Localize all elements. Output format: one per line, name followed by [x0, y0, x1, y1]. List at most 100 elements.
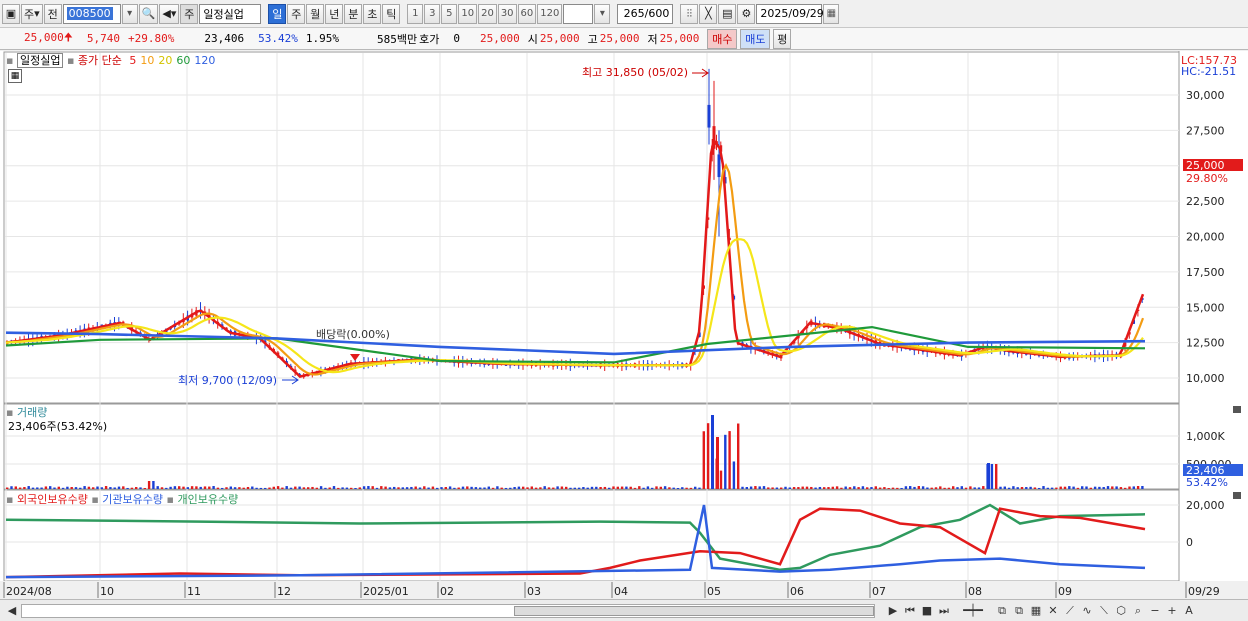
volume-ratio: 53.42%: [258, 32, 298, 45]
calculator-icon[interactable]: ▦: [8, 69, 22, 83]
volume-bar: [608, 487, 611, 489]
inst-holding-label[interactable]: 기관보유수량: [102, 493, 163, 506]
period-button-3[interactable]: 년: [325, 3, 344, 24]
cross-icon[interactable]: ✕: [1045, 603, 1061, 619]
ma-period-10[interactable]: 10: [140, 54, 154, 67]
time-label: 11: [187, 585, 201, 598]
holding-panel-close-icon[interactable]: [1233, 492, 1241, 499]
time-label: 2025/01: [363, 585, 409, 598]
volume-bar: [771, 487, 774, 489]
interval-button-10[interactable]: 10: [458, 3, 478, 24]
rewind-icon[interactable]: ⏮: [902, 603, 918, 619]
speaker-icon[interactable]: ◀▾: [159, 3, 180, 24]
line-tool-icon[interactable]: ∿: [1079, 603, 1095, 619]
ma-period-60[interactable]: 60: [176, 54, 190, 67]
candle-type-icon[interactable]: ⫶⫶: [680, 3, 699, 24]
volume-bar: [706, 423, 710, 489]
fast-forward-icon[interactable]: ⏭: [936, 603, 952, 619]
layout-icon[interactable]: ▣: [2, 3, 20, 24]
interval-button-30[interactable]: 30: [497, 3, 517, 24]
horizontal-scrollbar[interactable]: [21, 603, 875, 618]
volume-bar: [565, 486, 568, 489]
volume-bar: [547, 487, 551, 489]
prev-button[interactable]: 전: [43, 3, 62, 24]
volume-panel-close-icon[interactable]: [1233, 406, 1241, 413]
volume-bar: [1136, 486, 1140, 489]
volume-bar: [646, 486, 650, 489]
volume-bar: [805, 486, 809, 489]
interval-button-20[interactable]: 20: [478, 3, 497, 24]
stock-name-legend[interactable]: 일정실업: [16, 53, 64, 68]
ma-period-20[interactable]: 20: [158, 54, 172, 67]
code-dropdown-icon[interactable]: ▾: [121, 3, 138, 24]
magnifier-icon[interactable]: ⌕: [1130, 603, 1146, 619]
scroll-left-icon[interactable]: ◀: [4, 603, 20, 619]
period-button-6[interactable]: 틱: [382, 3, 401, 24]
period-button-4[interactable]: 분: [344, 3, 363, 24]
interval-button-120[interactable]: 120: [537, 3, 563, 24]
copy-icon[interactable]: ⧉: [1011, 603, 1027, 619]
volume-bar: [242, 487, 245, 489]
settings-gear-icon[interactable]: ⚙: [737, 3, 756, 24]
ma-legend-label[interactable]: 종가 단순: [78, 54, 122, 67]
ma-period-5[interactable]: 5: [129, 54, 136, 67]
volume-bar: [255, 487, 258, 489]
interval-custom-input[interactable]: [563, 3, 594, 24]
volume-bar: [874, 486, 877, 489]
window-icon[interactable]: ⧉: [994, 603, 1010, 619]
search-icon[interactable]: 🔍: [138, 3, 159, 24]
interval-dropdown-icon[interactable]: ▾: [594, 3, 611, 24]
time-label: 07: [872, 585, 886, 598]
stop-icon[interactable]: ■: [919, 603, 935, 619]
volume-bar: [87, 486, 91, 489]
volume-bar: [27, 486, 30, 489]
volume-bar: [500, 487, 503, 489]
count-input[interactable]: 265/600: [617, 3, 674, 24]
drawing-tool-icon[interactable]: ⟋: [1062, 603, 1078, 619]
interval-button-1[interactable]: 1: [407, 3, 424, 24]
last-price-tag: 25,000: [1186, 159, 1225, 172]
save-icon[interactable]: ▤: [718, 3, 737, 24]
interval-button-60[interactable]: 60: [517, 3, 537, 24]
current-price: 25,000🠉: [24, 29, 73, 48]
stock-name-field[interactable]: 일정실업: [199, 3, 262, 24]
volume-bar: [44, 486, 48, 489]
zoom-in-icon[interactable]: +: [1164, 603, 1180, 619]
buy-button[interactable]: 매수: [707, 28, 738, 49]
interval-button-3[interactable]: 3: [424, 3, 441, 24]
volume-bar: [117, 486, 121, 489]
date-input[interactable]: 2025/09/29: [756, 3, 824, 24]
grid-icon[interactable]: ▦: [1028, 603, 1044, 619]
calendar-icon[interactable]: ▦: [823, 3, 840, 24]
sell-button[interactable]: 매도: [740, 28, 771, 49]
volume-bar: [758, 486, 761, 489]
zoom-out-icon[interactable]: −: [1147, 603, 1163, 619]
period-select[interactable]: 주 ▾: [21, 3, 43, 24]
avg-button[interactable]: 평: [773, 28, 792, 49]
code-input[interactable]: 008500: [62, 3, 121, 24]
scrollbar-thumb[interactable]: [514, 605, 874, 616]
period-button-5[interactable]: 초: [363, 3, 382, 24]
scroll-right-icon[interactable]: ▶: [885, 603, 901, 619]
zoom-slider-icon[interactable]: ━┿━: [953, 603, 993, 619]
volume-bar: [530, 486, 533, 489]
period-button-0[interactable]: 일: [268, 3, 287, 24]
turnover-value: 1.95%: [305, 32, 339, 45]
interval-button-5[interactable]: 5: [441, 3, 458, 24]
ma-period-120[interactable]: 120: [194, 54, 215, 67]
cross-line-icon[interactable]: ╳: [699, 3, 718, 24]
volume-bar: [737, 423, 740, 489]
period-button-1[interactable]: 주: [287, 3, 306, 24]
volume-bar: [1141, 486, 1144, 489]
volume-bar: [999, 486, 1002, 489]
line-tool-2-icon[interactable]: ⟍: [1096, 603, 1112, 619]
indiv-holding-label[interactable]: 개인보유수량: [177, 493, 238, 506]
text-tool-icon[interactable]: A: [1181, 603, 1197, 619]
chart-canvas[interactable]: 30,000 27,500 25,000 22,500 20,000 17,500 15,0…: [0, 51, 1248, 599]
foreign-holding-label[interactable]: 외국인보유수량: [17, 493, 88, 506]
low-value: 25,000: [659, 32, 700, 45]
shape-tool-icon[interactable]: ⬡: [1113, 603, 1129, 619]
period-button-2[interactable]: 월: [306, 3, 325, 24]
chart-area[interactable]: 30,000 27,500 25,000 22,500 20,000 17,500 15,0…: [0, 51, 1248, 599]
volume-bar: [741, 486, 744, 489]
